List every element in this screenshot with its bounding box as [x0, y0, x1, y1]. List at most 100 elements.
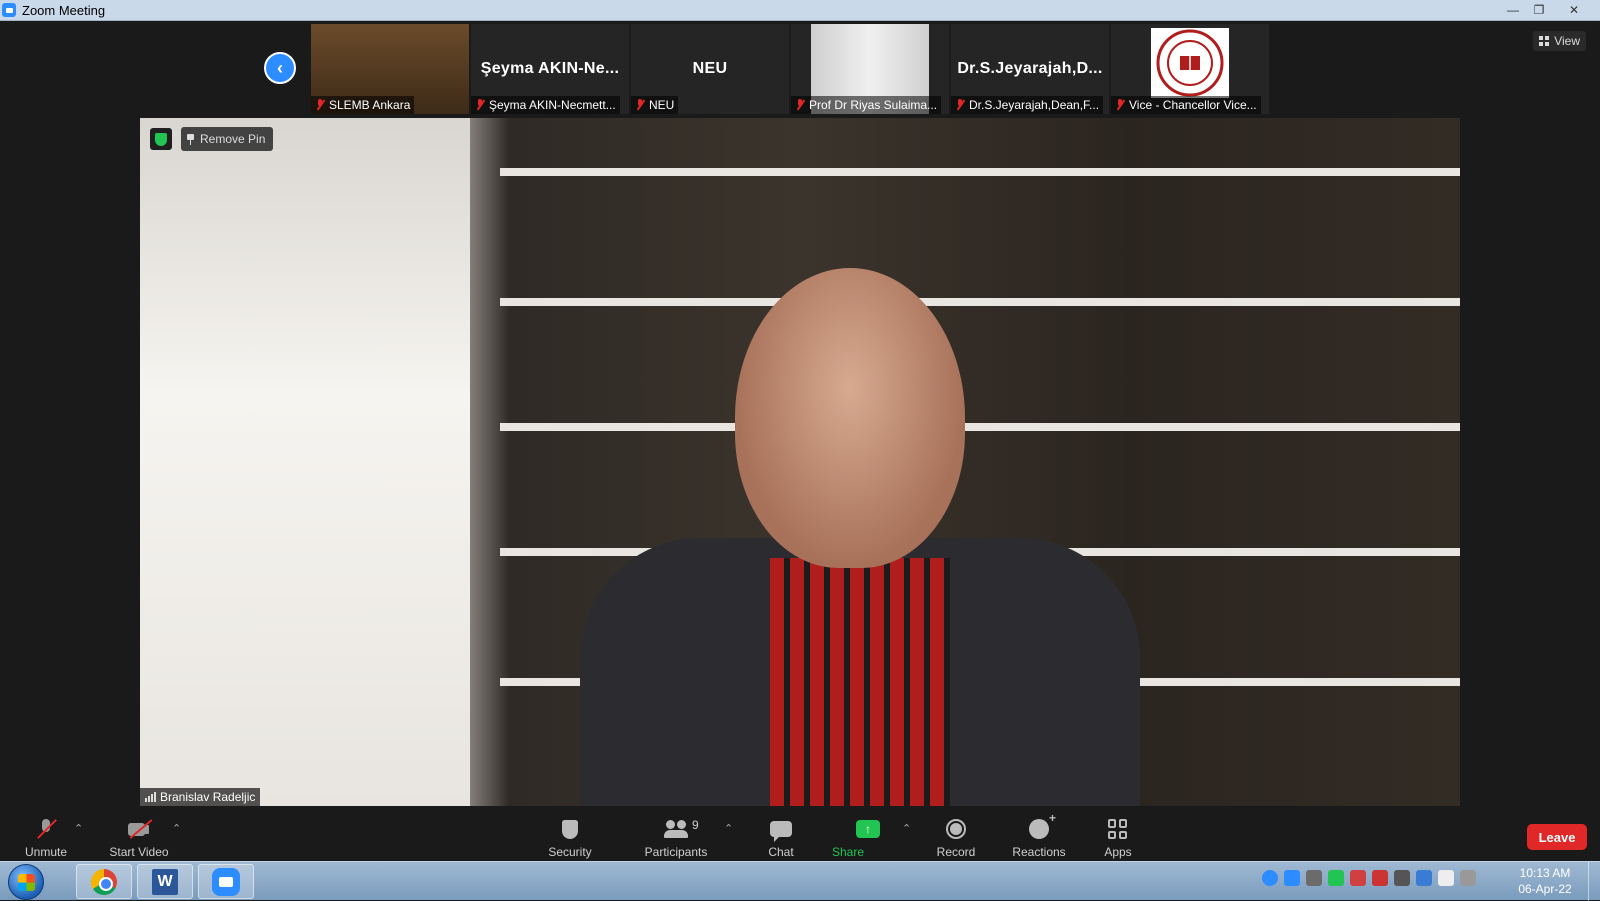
university-seal-icon: [1156, 29, 1224, 97]
participant-display-name: Dr.S.Jeyarajah,D...: [957, 60, 1103, 77]
antivirus-icon[interactable]: [1350, 870, 1366, 886]
participants-label: Participants: [644, 845, 708, 859]
record-label: Record: [936, 845, 976, 859]
participant-caption: SLEMB Ankara: [311, 96, 415, 114]
device-icon[interactable]: [1394, 870, 1410, 886]
participant-tile[interactable]: Dr.S.Jeyarajah,D... Dr.S.Jeyarajah,Dean,…: [951, 24, 1109, 114]
taskbar-zoom[interactable]: [198, 864, 254, 899]
zoom-app-icon: [2, 3, 16, 17]
mic-muted-icon: [315, 99, 325, 111]
video-options-caret-icon[interactable]: ⌃: [172, 822, 181, 835]
participant-display-name: Şeyma AKIN-Ne...: [480, 60, 620, 77]
previous-page-button[interactable]: ‹: [264, 52, 296, 84]
participant-name: Şeyma AKIN-Necmett...: [489, 98, 616, 112]
display-icon[interactable]: [1460, 870, 1476, 886]
shield-icon: [562, 819, 578, 839]
participant-caption: Vice - Chancellor Vice...: [1111, 96, 1261, 114]
window-title: Zoom Meeting: [22, 2, 106, 18]
camera-off-icon: [127, 818, 151, 840]
participant-name: SLEMB Ankara: [329, 98, 411, 112]
apps-label: Apps: [1104, 845, 1132, 859]
show-desktop-button[interactable]: [1588, 862, 1600, 901]
volume-muted-icon[interactable]: [1372, 870, 1388, 886]
pinned-speaker-video[interactable]: Remove Pin Branislav Radeljic: [140, 118, 1460, 806]
grid-view-icon: [1539, 36, 1550, 46]
participant-caption: Şeyma AKIN-Necmett...: [471, 96, 620, 114]
chat-icon: [770, 821, 792, 842]
share-options-caret-icon[interactable]: ⌃: [902, 822, 911, 835]
share-screen-icon: ↑: [856, 820, 880, 838]
participant-name: NEU: [649, 98, 675, 112]
participant-tile[interactable]: SLEMB Ankara: [311, 24, 469, 114]
view-label: View: [1554, 34, 1580, 48]
chat-label: Chat: [768, 845, 794, 859]
participant-name: Vice - Chancellor Vice...: [1129, 98, 1257, 112]
unmute-label: Unmute: [24, 845, 68, 859]
help-icon[interactable]: [1262, 870, 1278, 886]
video-background-shelf: [500, 168, 1460, 176]
chrome-icon: [91, 868, 117, 895]
participant-caption: Prof Dr Riyas Sulaima...: [791, 96, 942, 114]
participants-options-caret-icon[interactable]: ⌃: [724, 822, 733, 835]
video-background-window: [140, 118, 470, 806]
taskbar-chrome[interactable]: [76, 864, 132, 899]
word-icon: W: [152, 868, 178, 895]
window-controls: — ❐ ✕: [1500, 1, 1596, 19]
mic-muted-icon: [955, 99, 965, 111]
leave-button[interactable]: Leave: [1527, 824, 1587, 850]
clock-date: 06-Apr-22: [1518, 882, 1572, 896]
video-background-shelf: [500, 423, 1460, 431]
participant-name: Dr.S.Jeyarajah,Dean,F...: [969, 98, 1100, 112]
reactions-icon: [1029, 811, 1056, 839]
start-video-label: Start Video: [109, 845, 169, 859]
system-tray: [1262, 870, 1476, 886]
microphone-muted-icon: [34, 818, 58, 840]
start-button[interactable]: [8, 864, 44, 900]
meeting-stage: ‹ SLEMB Ankara Şeyma AKIN-Ne... Şeyma AK…: [0, 21, 1600, 882]
video-background-shelf: [500, 298, 1460, 306]
restore-button[interactable]: ❐: [1526, 1, 1552, 19]
participant-strip: SLEMB Ankara Şeyma AKIN-Ne... Şeyma AKIN…: [311, 24, 1269, 114]
speaker-name: Branislav Radeljic: [160, 790, 256, 804]
security-tray-icon[interactable]: [1328, 870, 1344, 886]
participant-display-name: NEU: [692, 60, 728, 77]
bluetooth-icon[interactable]: [1416, 870, 1432, 886]
taskbar-word[interactable]: W: [137, 864, 193, 899]
zoom-tray-icon[interactable]: [1284, 870, 1300, 886]
clock-time: 10:13 AM: [1519, 866, 1571, 880]
close-button[interactable]: ✕: [1552, 1, 1596, 19]
taskbar-clock[interactable]: 10:13 AM 06-Apr-22: [1510, 865, 1580, 897]
participant-caption: NEU: [631, 96, 679, 114]
audio-options-caret-icon[interactable]: ⌃: [74, 822, 83, 835]
view-button[interactable]: View: [1533, 31, 1586, 51]
pin-icon: [187, 133, 194, 145]
network-icon[interactable]: [1306, 870, 1322, 886]
participant-tile[interactable]: NEU NEU: [631, 24, 789, 114]
security-label: Security: [548, 845, 592, 859]
minimize-button[interactable]: —: [1500, 1, 1526, 19]
mic-muted-icon: [1115, 99, 1125, 111]
participant-tile[interactable]: Prof Dr Riyas Sulaima...: [791, 24, 949, 114]
apps-icon: [1108, 819, 1128, 839]
participant-tile[interactable]: Şeyma AKIN-Ne... Şeyma AKIN-Necmett...: [471, 24, 629, 114]
university-logo: [1151, 28, 1229, 98]
mic-muted-icon: [795, 99, 805, 111]
participant-tile[interactable]: Vice - Chancellor Vice...: [1111, 24, 1269, 114]
participants-icon: 9: [664, 818, 699, 838]
signal-strength-icon: [145, 792, 156, 802]
participants-count: 9: [692, 818, 699, 832]
participant-name: Prof Dr Riyas Sulaima...: [809, 98, 938, 112]
encryption-shield-icon[interactable]: [150, 128, 172, 150]
speaker-figure: [770, 558, 950, 806]
remove-pin-label: Remove Pin: [200, 132, 266, 146]
chevron-left-icon: ‹: [277, 57, 283, 78]
participant-caption: Dr.S.Jeyarajah,Dean,F...: [951, 96, 1104, 114]
remove-pin-button[interactable]: Remove Pin: [181, 127, 274, 151]
zoom-icon: [212, 867, 240, 896]
mic-muted-icon: [635, 99, 645, 111]
reactions-label: Reactions: [1012, 845, 1066, 859]
windows-taskbar: W 10:13 AM 06-Apr-22: [0, 861, 1600, 901]
mic-muted-icon: [475, 99, 485, 111]
action-center-flag-icon[interactable]: [1438, 870, 1454, 886]
window-titlebar: Zoom Meeting — ❐ ✕: [0, 0, 1600, 21]
